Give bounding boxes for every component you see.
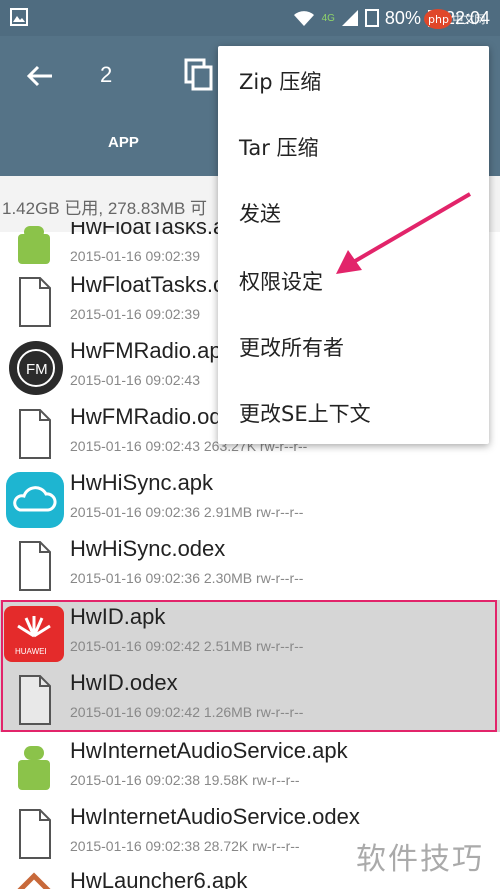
file-meta: 2015-01-16 09:02:39 <box>70 306 200 322</box>
file-meta: 2015-01-16 09:02:38 28.72K rw-r--r-- <box>70 838 300 854</box>
status-bar: 4G 80% 22:04 php 中文网 <box>0 0 500 36</box>
sim-icon <box>364 9 379 27</box>
menu-item-tar[interactable]: Tar 压缩 <box>218 112 489 178</box>
file-meta: 2015-01-16 09:02:43 <box>70 372 200 388</box>
back-arrow-icon[interactable] <box>22 58 58 94</box>
list-item[interactable]: HwHiSync.apk 2015-01-16 09:02:36 2.91MB … <box>0 466 500 532</box>
annotation-arrow-icon <box>336 192 472 274</box>
fm-label: FM <box>26 361 48 378</box>
cloud-icon <box>6 472 64 528</box>
file-meta: 2015-01-16 09:02:36 2.30MB rw-r--r-- <box>70 570 304 586</box>
storage-info-text: 1.42GB 已用, 278.83MB 可 <box>2 199 208 218</box>
selected-count: 2 <box>100 62 113 87</box>
android-apk-icon <box>18 746 50 790</box>
copy-icon[interactable] <box>184 58 214 92</box>
menu-item-zip[interactable]: Zip 压缩 <box>218 46 489 112</box>
home-icon <box>17 872 51 889</box>
file-name: HwFMRadio.apk <box>70 338 233 363</box>
tab-app[interactable]: APP <box>108 134 139 151</box>
gallery-notification-icon <box>10 8 28 26</box>
watermark-text: 软件技巧 <box>356 842 484 877</box>
file-meta: 2015-01-16 09:02:38 19.58K rw-r--r-- <box>70 772 300 788</box>
menu-item-label: 更改SE上下文 <box>239 402 371 426</box>
network-type: 4G <box>321 12 335 24</box>
menu-item-label: 权限设定 <box>239 270 323 294</box>
file-meta: 2015-01-16 09:02:36 2.91MB rw-r--r-- <box>70 504 304 520</box>
file-icon <box>19 409 51 459</box>
file-name: HwHiSync.odex <box>70 536 226 561</box>
signal-icon <box>341 10 358 26</box>
menu-item-label: Zip 压缩 <box>239 70 322 94</box>
menu-item-label: 更改所有者 <box>239 336 344 360</box>
file-icon <box>19 277 51 327</box>
wifi-icon <box>293 11 314 26</box>
watermark: 软件技巧 <box>344 826 500 889</box>
file-icon <box>19 809 51 859</box>
android-apk-icon <box>18 226 50 264</box>
php-watermark: php 中文网 <box>424 6 494 32</box>
file-name: HwHiSync.apk <box>70 470 214 495</box>
menu-item-change-owner[interactable]: 更改所有者 <box>218 312 489 378</box>
battery-percent: 80% <box>384 7 421 28</box>
file-icon <box>19 541 51 591</box>
menu-item-label: Tar 压缩 <box>239 136 319 160</box>
menu-item-se-context[interactable]: 更改SE上下文 <box>218 378 489 444</box>
file-name: HwInternetAudioService.apk <box>70 738 348 763</box>
menu-item-label: 发送 <box>239 202 281 226</box>
file-name: HwLauncher6.apk <box>70 868 248 889</box>
selection-highlight-frame <box>1 600 497 732</box>
fm-radio-icon: FM <box>9 341 63 395</box>
list-item[interactable]: HwInternetAudioService.apk 2015-01-16 09… <box>0 734 500 800</box>
file-name: HwInternetAudioService.odex <box>70 804 360 829</box>
file-meta: 2015-01-16 09:02:39 <box>70 248 200 264</box>
php-watermark-text: php 中文网 <box>428 13 486 26</box>
list-item[interactable]: HwHiSync.odex 2015-01-16 09:02:36 2.30MB… <box>0 532 500 598</box>
